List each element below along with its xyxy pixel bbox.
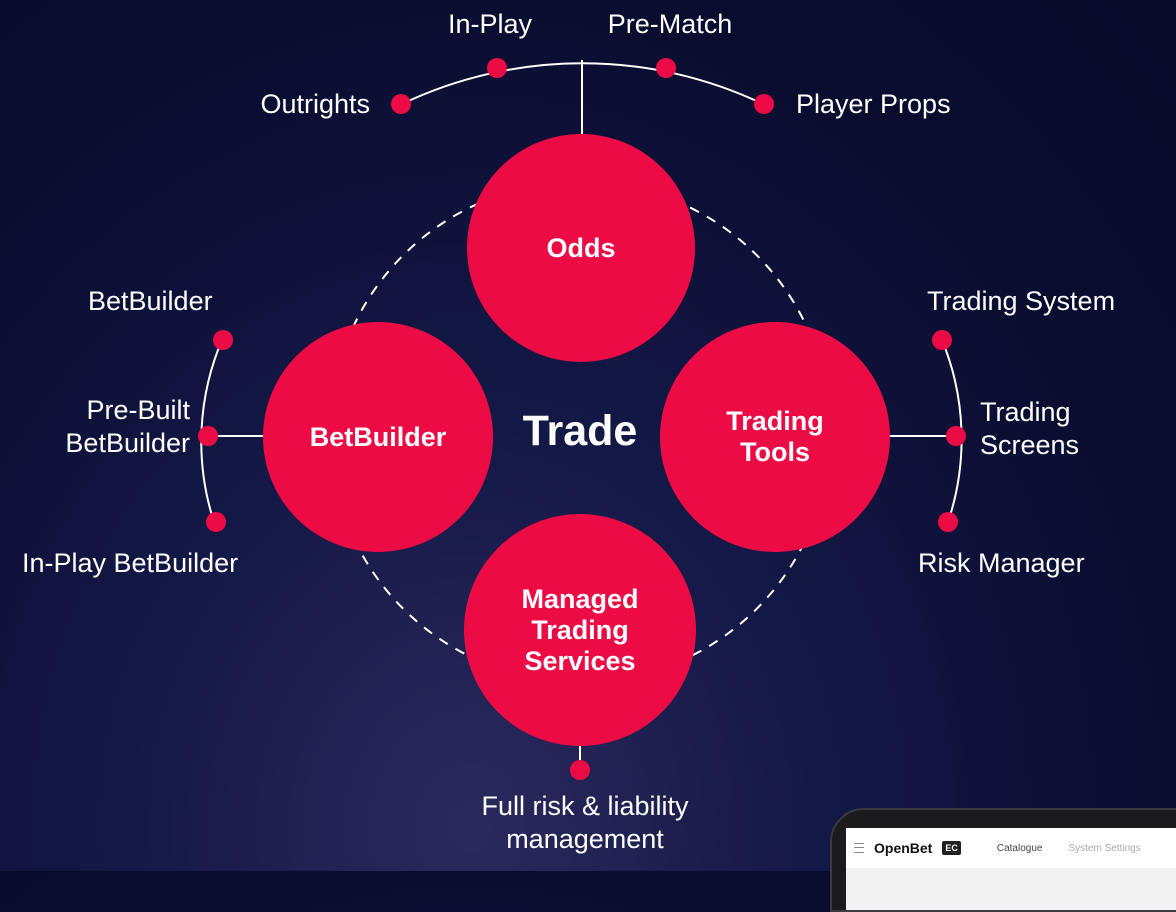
laptop-screen: OpenBet EC Catalogue System Settings <box>846 828 1176 910</box>
trade-diagram: Odds BetBuilder Trading Tools Managed Tr… <box>0 0 1176 912</box>
label-risk-manager: Risk Manager <box>918 548 1085 578</box>
dot-trading-screens <box>946 426 966 446</box>
label-in-play: In-Play <box>447 9 533 39</box>
label-full-risk-liability: Full risk & liability management <box>481 791 689 854</box>
hamburger-menu-icon[interactable] <box>854 843 864 853</box>
dot-pre-match <box>656 58 676 78</box>
label-betbuilder-item: BetBuilder <box>88 286 213 316</box>
dot-player-props <box>754 94 774 114</box>
label-player-props: Player Props <box>796 89 951 119</box>
dot-full-risk <box>570 760 590 780</box>
dot-betbuilder <box>213 330 233 350</box>
label-pre-built-betbuilder: Pre-Built BetBuilder <box>65 395 190 458</box>
nav-system-settings[interactable]: System Settings <box>1068 843 1140 854</box>
laptop-app-bar: OpenBet EC Catalogue System Settings <box>846 828 1176 868</box>
nav-catalogue[interactable]: Catalogue <box>997 843 1043 854</box>
openbet-logo: OpenBet <box>874 840 933 856</box>
dot-pre-built-betbuilder <box>198 426 218 446</box>
label-pre-match: Pre-Match <box>607 9 733 39</box>
brand-badge: EC <box>942 841 961 855</box>
label-trading-screens: Trading Screens <box>980 397 1080 460</box>
dot-risk-manager <box>938 512 958 532</box>
label-trading-system: Trading System <box>927 286 1116 316</box>
label-outrights: Outrights <box>260 89 370 119</box>
label-in-play-betbuilder: In-Play BetBuilder <box>22 548 239 578</box>
dot-outrights <box>391 94 411 114</box>
dot-in-play-betbuilder <box>206 512 226 532</box>
dot-in-play <box>487 58 507 78</box>
laptop-preview: OpenBet EC Catalogue System Settings <box>830 808 1176 912</box>
dot-trading-system <box>932 330 952 350</box>
